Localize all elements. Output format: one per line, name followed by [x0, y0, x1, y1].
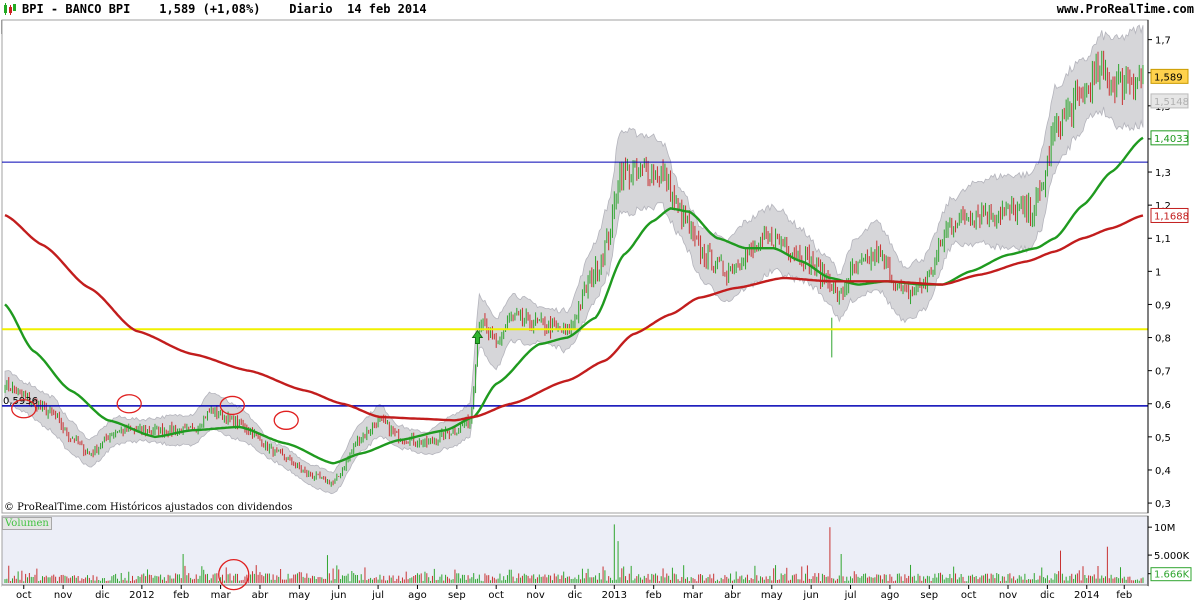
- x-tick-label: jul: [371, 590, 384, 600]
- date-x-axis: oct nov dic 2012 feb mar abr may jun jul ago sep oct…: [2, 584, 1148, 600]
- volume-y-axis: 10M 5.000K 1.666K: [1147, 516, 1192, 586]
- credit-note: © ProRealTime.com Históricos ajustados c…: [4, 502, 293, 513]
- y-tick-label: 1,3: [1155, 168, 1171, 179]
- x-tick-label: oct: [16, 590, 32, 600]
- highlight-circle: [219, 395, 245, 416]
- y-tick-label: 0,4: [1155, 466, 1171, 477]
- x-tick-label: nov: [526, 590, 544, 600]
- volume-tick-label: 10M: [1154, 523, 1175, 534]
- support-value-label: 0,5936: [3, 396, 38, 407]
- y-tick-label: 0,5: [1155, 433, 1171, 444]
- x-tick-label: feb: [173, 590, 189, 600]
- x-tick-label: sep: [920, 590, 938, 600]
- x-tick-label: feb: [646, 590, 662, 600]
- ma200-legend[interactable]: MM (Exponencial 200): [315, 20, 437, 34]
- bollinger-band-area: [4, 24, 1144, 495]
- x-tick-label: sep: [448, 590, 466, 600]
- x-tick-label: abr: [252, 590, 269, 600]
- x-axis-strip: [2, 585, 1148, 599]
- value-badge: [1150, 68, 1189, 84]
- x-tick-label: jun: [802, 590, 818, 600]
- value-badge: [1150, 207, 1189, 223]
- price-candles: [4, 50, 1144, 487]
- volume-tick-label: 5.000K: [1154, 551, 1190, 562]
- x-tick-label: 2014: [1074, 590, 1099, 600]
- volume-tick-label: 1.666K: [1154, 570, 1190, 581]
- y-tick-label: 1,2: [1155, 201, 1171, 212]
- moving-averages: [4, 136, 1144, 465]
- x-tick-label: ago: [881, 590, 900, 600]
- annotations: [11, 329, 484, 591]
- x-tick-label: feb: [1116, 590, 1132, 600]
- value-badge-label: 1,4033: [1154, 134, 1189, 145]
- x-tick-label: may: [761, 590, 783, 600]
- x-tick-label: jul: [844, 590, 857, 600]
- y-tick-label: 0,3: [1155, 499, 1171, 510]
- chart-header: BPI - BANCO BPI 1,589 (+1,08%) Diario 14…: [0, 0, 1200, 19]
- horizontal-lines: 0,5936: [2, 161, 1148, 407]
- x-tick-label: dic: [1040, 590, 1055, 600]
- highlight-circle: [273, 410, 299, 430]
- x-tick-label: mar: [211, 590, 232, 600]
- value-badge: [1150, 93, 1189, 109]
- x-tick-label: oct: [961, 590, 977, 600]
- x-tick-label: oct: [488, 590, 504, 600]
- y-tick-label: 0,7: [1155, 367, 1171, 378]
- volume-bars: [4, 524, 1144, 583]
- volume-badge: [1150, 567, 1192, 582]
- site-link[interactable]: www.ProRealTime.com: [1057, 2, 1194, 16]
- y-tick-label: 0,8: [1155, 334, 1171, 345]
- x-tick-label: mar: [683, 590, 704, 600]
- y-tick-label: 1,5: [1155, 102, 1171, 113]
- x-tick-label: dic: [568, 590, 583, 600]
- x-tick-label: dic: [95, 590, 110, 600]
- highlight-circle: [116, 394, 142, 414]
- buy-arrow-icon: [471, 329, 484, 344]
- price-legend-extra: [40, 20, 208, 34]
- y-tick-label: 1,7: [1155, 36, 1171, 47]
- x-tick-label: nov: [54, 590, 72, 600]
- value-badge-label: 1,5148: [1154, 97, 1189, 108]
- bollinger-bands: [4, 24, 1144, 495]
- volume-legend[interactable]: Volumen: [2, 517, 52, 530]
- ma200-line: [4, 213, 1144, 422]
- price-y-axis: 1,7 1,6 1,5 1,4 1,3 1,2 1,1 1 0,9 0,8 0,7 0,6 0,5 0,4…: [1147, 20, 1189, 513]
- chart-title: BPI - BANCO BPI 1,589 (+1,08%) Diario 14…: [22, 2, 427, 16]
- x-tick-label: 2012: [129, 590, 154, 600]
- y-tick-label: 0,9: [1155, 300, 1171, 311]
- y-tick-label: 1: [1155, 267, 1161, 278]
- x-tick-label: ago: [408, 590, 427, 600]
- ma50-line: [4, 136, 1144, 465]
- x-tick-label: jun: [330, 590, 346, 600]
- chart-logo-icon: [4, 3, 16, 15]
- x-tick-label: 2013: [602, 590, 627, 600]
- price-panel: [1, 19, 1149, 514]
- y-tick-label: 1,4: [1155, 135, 1171, 146]
- volume-panel: [1, 515, 1149, 587]
- value-badge: [1150, 130, 1189, 146]
- volume-highlight-circle: [218, 558, 250, 591]
- value-badge-label: 1,1688: [1154, 211, 1189, 222]
- x-tick-label: may: [288, 590, 310, 600]
- y-tick-label: 1,6: [1155, 69, 1171, 80]
- highlight-circle: [11, 399, 37, 419]
- x-tick-label: nov: [999, 590, 1017, 600]
- y-tick-label: 0,6: [1155, 400, 1171, 411]
- value-badge-label: 1,589: [1154, 72, 1183, 83]
- price-legend[interactable]: Precio: [1, 20, 40, 34]
- y-tick-label: 1,1: [1155, 234, 1171, 245]
- ma50-legend[interactable]: MM (Exponencial 50): [208, 20, 324, 34]
- x-tick-label: abr: [724, 590, 741, 600]
